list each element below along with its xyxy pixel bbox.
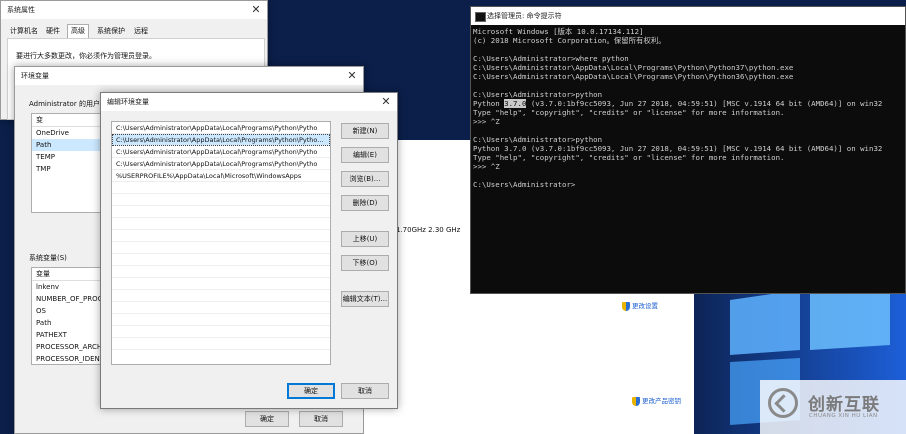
console-selection[interactable]: 3.7.0 [504,99,527,108]
console-text: Python [473,99,505,108]
console-line: Python 3.7.0 (v3.7.0:1bf9cc5093, Jun 27 … [473,144,883,153]
console-line: >>> ^Z [473,117,500,126]
path-entry-empty[interactable] [112,314,330,326]
tab-system-protection[interactable]: 系统保护 [94,25,128,37]
admin-note: 要进行大多数更改，你必须作为管理员登录。 [16,52,156,60]
path-entry-selected[interactable]: C:\Users\Administrator\AppData\Local\Pro… [112,134,330,146]
console-line: C:\Users\Administrator\AppData\Local\Pro… [473,63,794,72]
move-up-button[interactable]: 上移(U) [341,231,389,247]
env-cancel-button[interactable]: 取消 [299,411,343,427]
cancel-button[interactable]: 取消 [341,383,389,399]
console-text: (v3.7.0:1bf9cc5093, Jun 27 2018, 04:59:5… [526,99,883,108]
path-entry-empty[interactable] [112,206,330,218]
path-entry-empty[interactable] [112,230,330,242]
system-properties-title: 系统属性 [1,1,267,19]
console-line-selected: Python 3.7.0 (v3.7.0:1bf9cc5093, Jun 27 … [473,99,903,108]
console-line: C:\Users\Administrator>python [473,135,603,144]
console-line: >>> ^Z [473,162,500,171]
console-line: (c) 2018 Microsoft Corporation。保留所有权利。 [473,36,666,45]
new-button[interactable]: 新建(N) [341,123,389,139]
edit-button[interactable]: 编辑(E) [341,147,389,163]
watermark: 创新互联 CHUANG XIN HU LIAN [760,380,906,434]
tab-advanced[interactable]: 高级 [67,24,89,39]
console-line: C:\Users\Administrator>where python [473,54,629,63]
console-title: 选择管理员: 命令提示符 [487,12,562,20]
tab-computer-name[interactable]: 计算机名 [7,25,41,37]
user-vars-label: Administrator 的用户变 [29,100,107,108]
path-entry[interactable]: %USERPROFILE%\AppData\Local\Microsoft\Wi… [112,170,330,182]
console-output[interactable]: Microsoft Windows [版本 10.0.17134.112] (c… [473,27,903,189]
command-prompt-window[interactable]: 选择管理员: 命令提示符 Microsoft Windows [版本 10.0.… [470,6,906,294]
change-settings-link[interactable]: 更改设置 [622,300,658,311]
change-settings-label: 更改设置 [632,302,658,310]
edit-text-button[interactable]: 编辑文本(T)... [341,291,389,307]
shield-icon [622,301,630,311]
console-line: C:\Users\Administrator> [473,180,576,189]
path-entry-empty[interactable] [112,254,330,266]
shield-icon [632,396,640,406]
path-entry-empty[interactable] [112,242,330,254]
ok-button[interactable]: 确定 [287,383,335,399]
edit-env-title: 编辑环境变量 [101,93,397,111]
env-ok-button[interactable]: 确定 [245,411,289,427]
path-entry[interactable]: C:\Users\Administrator\AppData\Local\Pro… [112,146,330,158]
path-entry-empty[interactable] [112,338,330,350]
change-product-key-label: 更改产品密钥 [642,397,681,405]
console-titlebar: 选择管理员: 命令提示符 [471,7,905,25]
close-icon[interactable]: ✕ [250,1,262,19]
change-product-key-link[interactable]: 更改产品密钥 [632,395,681,406]
browse-button[interactable]: 浏览(B)... [341,171,389,187]
system-vars-label: 系统变量(S) [29,254,67,262]
console-icon [475,12,486,22]
cpu-info: 1.70GHz 2.30 GHz [396,226,461,234]
console-line: Microsoft Windows [版本 10.0.17134.112] [473,27,644,36]
path-entry-empty[interactable] [112,182,330,194]
move-down-button[interactable]: 下移(O) [341,255,389,271]
console-line: Type "help", "copyright", "credits" or "… [473,108,785,117]
edit-environment-variable-dialog: 编辑环境变量 ✕ C:\Users\Administrator\AppData\… [100,92,398,409]
path-entry-empty[interactable] [112,278,330,290]
path-entry-empty[interactable] [112,194,330,206]
console-line: Type "help", "copyright", "credits" or "… [473,153,785,162]
console-line: C:\Users\Administrator>python [473,90,603,99]
path-entry-empty[interactable] [112,266,330,278]
environment-variables-title: 环境变量 [15,67,363,85]
close-icon[interactable]: ✕ [380,93,392,111]
tab-remote[interactable]: 远程 [131,25,151,37]
path-entry-empty[interactable] [112,218,330,230]
console-line: C:\Users\Administrator\AppData\Local\Pro… [473,72,794,81]
path-entry-empty[interactable] [112,326,330,338]
delete-button[interactable]: 删除(D) [341,195,389,211]
path-entry-empty[interactable] [112,290,330,302]
watermark-logo-icon [768,388,798,418]
path-entry[interactable]: C:\Users\Administrator\AppData\Local\Pro… [112,158,330,170]
watermark-sub: CHUANG XIN HU LIAN [809,413,878,419]
path-entry[interactable]: C:\Users\Administrator\AppData\Local\Pro… [112,122,330,134]
watermark-logo-mark [774,394,793,413]
path-entry-empty[interactable] [112,302,330,314]
close-icon[interactable]: ✕ [346,67,358,85]
path-list[interactable]: C:\Users\Administrator\AppData\Local\Pro… [111,121,331,365]
tab-hardware[interactable]: 硬件 [43,25,63,37]
watermark-brand: 创新互联 [808,395,880,415]
